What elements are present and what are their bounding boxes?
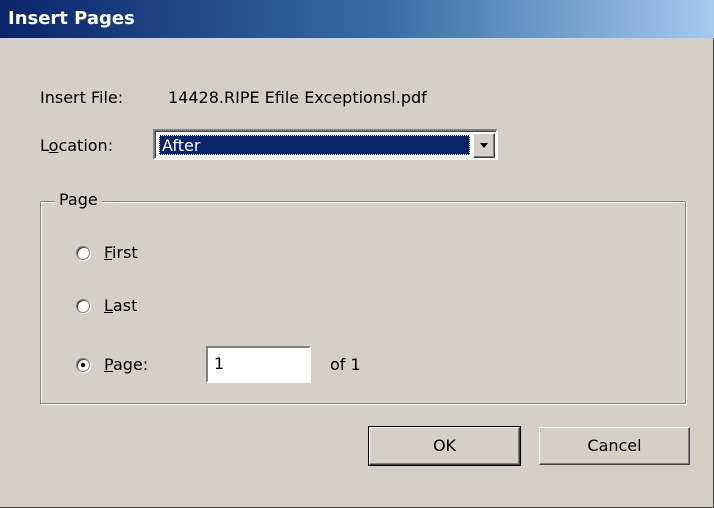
- insert-pages-dialog: Insert Pages Insert File: 14428.RIPE Efi…: [0, 0, 714, 508]
- radio-last-label: Last: [104, 296, 138, 315]
- page-count-label: of 1: [330, 355, 361, 374]
- page-number-input[interactable]: 1: [206, 346, 311, 383]
- radio-page-label: Page:: [104, 355, 149, 374]
- radio-selected-dot: [81, 362, 85, 367]
- chevron-down-icon: [480, 143, 488, 148]
- radio-page[interactable]: Page:: [76, 355, 148, 374]
- insert-file-label: Insert File:: [40, 88, 124, 107]
- cancel-button[interactable]: Cancel: [539, 427, 690, 465]
- location-label: Location:: [40, 136, 114, 155]
- location-selected-value: After: [159, 135, 470, 155]
- radio-button-first[interactable]: [76, 245, 90, 260]
- ok-button[interactable]: OK: [368, 426, 521, 466]
- insert-file-value: 14428.RIPE Efile Exceptionsl.pdf: [168, 88, 427, 107]
- location-dropdown[interactable]: After: [153, 129, 498, 160]
- radio-button-page[interactable]: [76, 357, 90, 372]
- radio-first-label: First: [104, 243, 138, 262]
- radio-first[interactable]: First: [76, 243, 138, 262]
- radio-button-last[interactable]: [76, 298, 90, 313]
- radio-last[interactable]: Last: [76, 296, 137, 315]
- dropdown-button[interactable]: [473, 133, 495, 158]
- page-group-title: Page: [55, 190, 102, 209]
- dialog-title: Insert Pages: [0, 0, 714, 38]
